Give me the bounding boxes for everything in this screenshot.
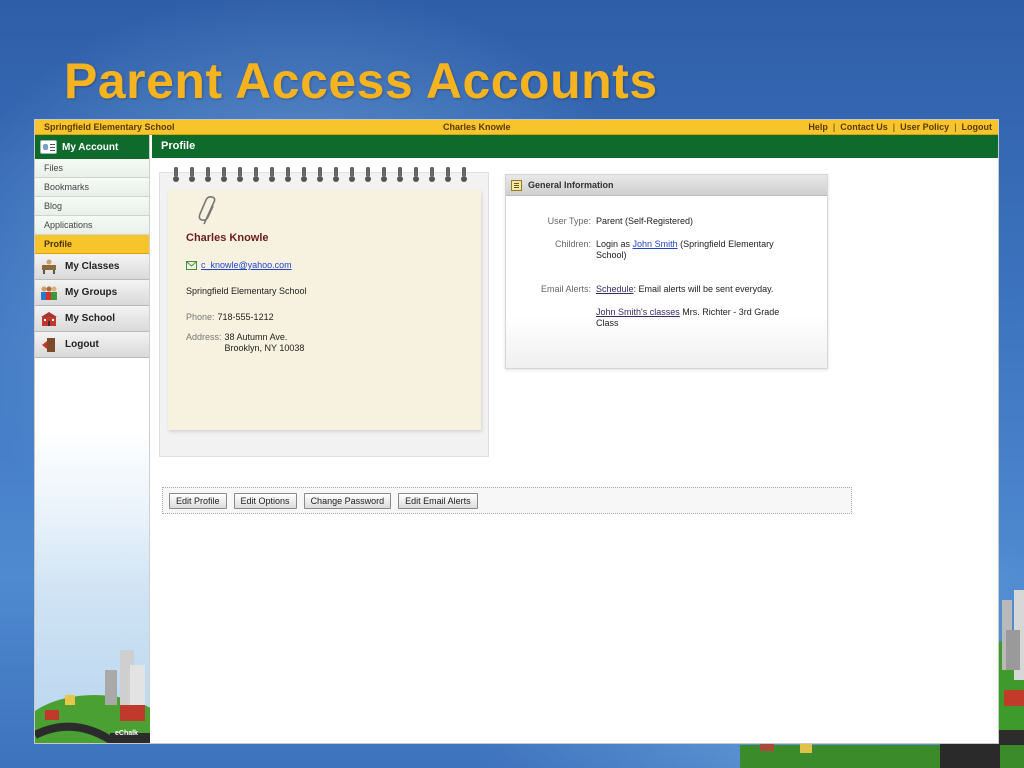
sidebar-item-label: My Groups [65, 287, 118, 298]
sidebar-item-my-classes[interactable]: My Classes [35, 254, 149, 280]
top-bar: Springfield Elementary School Charles Kn… [35, 120, 998, 135]
echalk-logo: eChalk [115, 730, 138, 737]
ring-icon [396, 167, 404, 182]
sidebar-item-label: Logout [65, 339, 99, 350]
address-line-1: 38 Autumn Ave. [224, 332, 288, 342]
general-information-body: User Type: Parent (Self-Registered) Chil… [506, 196, 827, 368]
sidebar-item-my-account[interactable]: My Account [35, 135, 149, 159]
ring-icon [284, 167, 292, 182]
slide-title: Parent Access Accounts [64, 53, 658, 109]
classes-link[interactable]: John Smith's classes [596, 307, 680, 317]
ring-icon [268, 167, 276, 182]
desk-icon [40, 259, 58, 275]
user-policy-link[interactable]: User Policy [900, 122, 949, 132]
profile-email: c_knowle@yahoo.com [186, 260, 292, 270]
address-label: Address: [186, 332, 222, 342]
schedule-link[interactable]: Schedule [596, 284, 634, 294]
sidebar-item-files[interactable]: Files [35, 159, 149, 178]
ring-icon [428, 167, 436, 182]
contact-us-link[interactable]: Contact Us [840, 122, 888, 132]
email-alert-classes: John Smith's classes Mrs. Richter - 3rd … [596, 307, 796, 329]
phone-value: 718-555-1212 [217, 312, 274, 322]
ring-icon [444, 167, 452, 182]
notepad-icon [511, 179, 522, 191]
profile-address: Address: 38 Autumn Ave. Brooklyn, NY 100… [186, 332, 304, 354]
profile-phone: Phone: 718-555-1212 [186, 312, 274, 322]
phone-label: Phone: [186, 312, 215, 322]
profile-school: Springfield Elementary School [186, 286, 307, 296]
email-link[interactable]: c_knowle@yahoo.com [201, 260, 292, 270]
sidebar-item-profile[interactable]: Profile [35, 235, 149, 254]
logout-link[interactable]: Logout [962, 122, 993, 132]
section-title: Profile [152, 135, 998, 158]
children-label: Children: [554, 239, 591, 249]
ring-icon [172, 167, 180, 182]
paperclip-icon [198, 196, 216, 225]
separator: | [892, 122, 896, 132]
email-alert-schedule: Schedule: Email alerts will be sent ever… [596, 284, 796, 295]
edit-options-button[interactable]: Edit Options [233, 492, 297, 509]
sidebar-item-applications[interactable]: Applications [35, 216, 149, 235]
ring-icon [220, 167, 228, 182]
ring-icon [236, 167, 244, 182]
people-group-icon [40, 285, 58, 301]
exit-door-icon [40, 337, 58, 353]
envelope-icon [186, 260, 197, 270]
ring-icon [316, 167, 324, 182]
ring-icon [348, 167, 356, 182]
ring-icon [204, 167, 212, 182]
ring-icon [252, 167, 260, 182]
ring-icon [332, 167, 340, 182]
sidebar-item-my-groups[interactable]: My Groups [35, 280, 149, 306]
ring-icon [460, 167, 468, 182]
sidebar-item-logout[interactable]: Logout [35, 332, 149, 358]
separator: | [832, 122, 836, 132]
profile-action-bar: Edit Profile Edit Options Change Passwor… [162, 487, 852, 514]
current-user-name: Charles Knowle [443, 122, 511, 132]
help-link[interactable]: Help [808, 122, 828, 132]
address-line-2: Brooklyn, NY 10038 [224, 343, 305, 353]
sidebar: My Account Files Bookmarks Blog Applicat… [35, 135, 150, 743]
echalk-window: Springfield Elementary School Charles Kn… [34, 119, 999, 744]
sidebar-item-label: My Classes [65, 261, 120, 272]
separator: | [954, 122, 957, 132]
panel-title: General Information [528, 180, 614, 190]
sidebar-item-label: My Account [62, 141, 119, 153]
sidebar-item-blog[interactable]: Blog [35, 197, 149, 216]
profile-notepad: Charles Knowle c_knowle@yahoo.com Spring… [159, 167, 489, 457]
ring-icon [412, 167, 420, 182]
child-login-link[interactable]: John Smith [633, 239, 678, 249]
edit-email-alerts-button[interactable]: Edit Email Alerts [398, 492, 478, 509]
ring-icon [300, 167, 308, 182]
user-type-value: Parent (Self-Registered) [596, 216, 694, 226]
city-illustration-left [35, 650, 150, 743]
ring-icon [188, 167, 196, 182]
school-building-icon [40, 311, 58, 327]
id-card-icon [40, 140, 57, 154]
children-value: Login as John Smith (Springfield Element… [596, 239, 796, 261]
edit-profile-button[interactable]: Edit Profile [169, 492, 227, 509]
sidebar-item-label: My School [65, 313, 116, 324]
profile-card: Charles Knowle c_knowle@yahoo.com Spring… [168, 190, 481, 430]
notepad-rings [172, 167, 468, 182]
general-information-header: General Information [506, 175, 827, 196]
user-type-label: User Type: [547, 216, 591, 226]
children-prefix: Login as [596, 239, 631, 249]
schedule-alert-text: : Email alerts will be sent everyday. [633, 284, 774, 294]
sidebar-item-my-school[interactable]: My School [35, 306, 149, 332]
ring-icon [364, 167, 372, 182]
profile-name: Charles Knowle [186, 232, 269, 244]
change-password-button[interactable]: Change Password [303, 492, 392, 509]
ring-icon [380, 167, 388, 182]
sidebar-item-bookmarks[interactable]: Bookmarks [35, 178, 149, 197]
general-information-panel: General Information User Type: Parent (S… [505, 174, 828, 369]
email-alerts-label: Email Alerts: [540, 284, 591, 294]
top-links: Help | Contact Us | User Policy | Logout [808, 120, 992, 134]
school-name[interactable]: Springfield Elementary School [44, 120, 175, 134]
